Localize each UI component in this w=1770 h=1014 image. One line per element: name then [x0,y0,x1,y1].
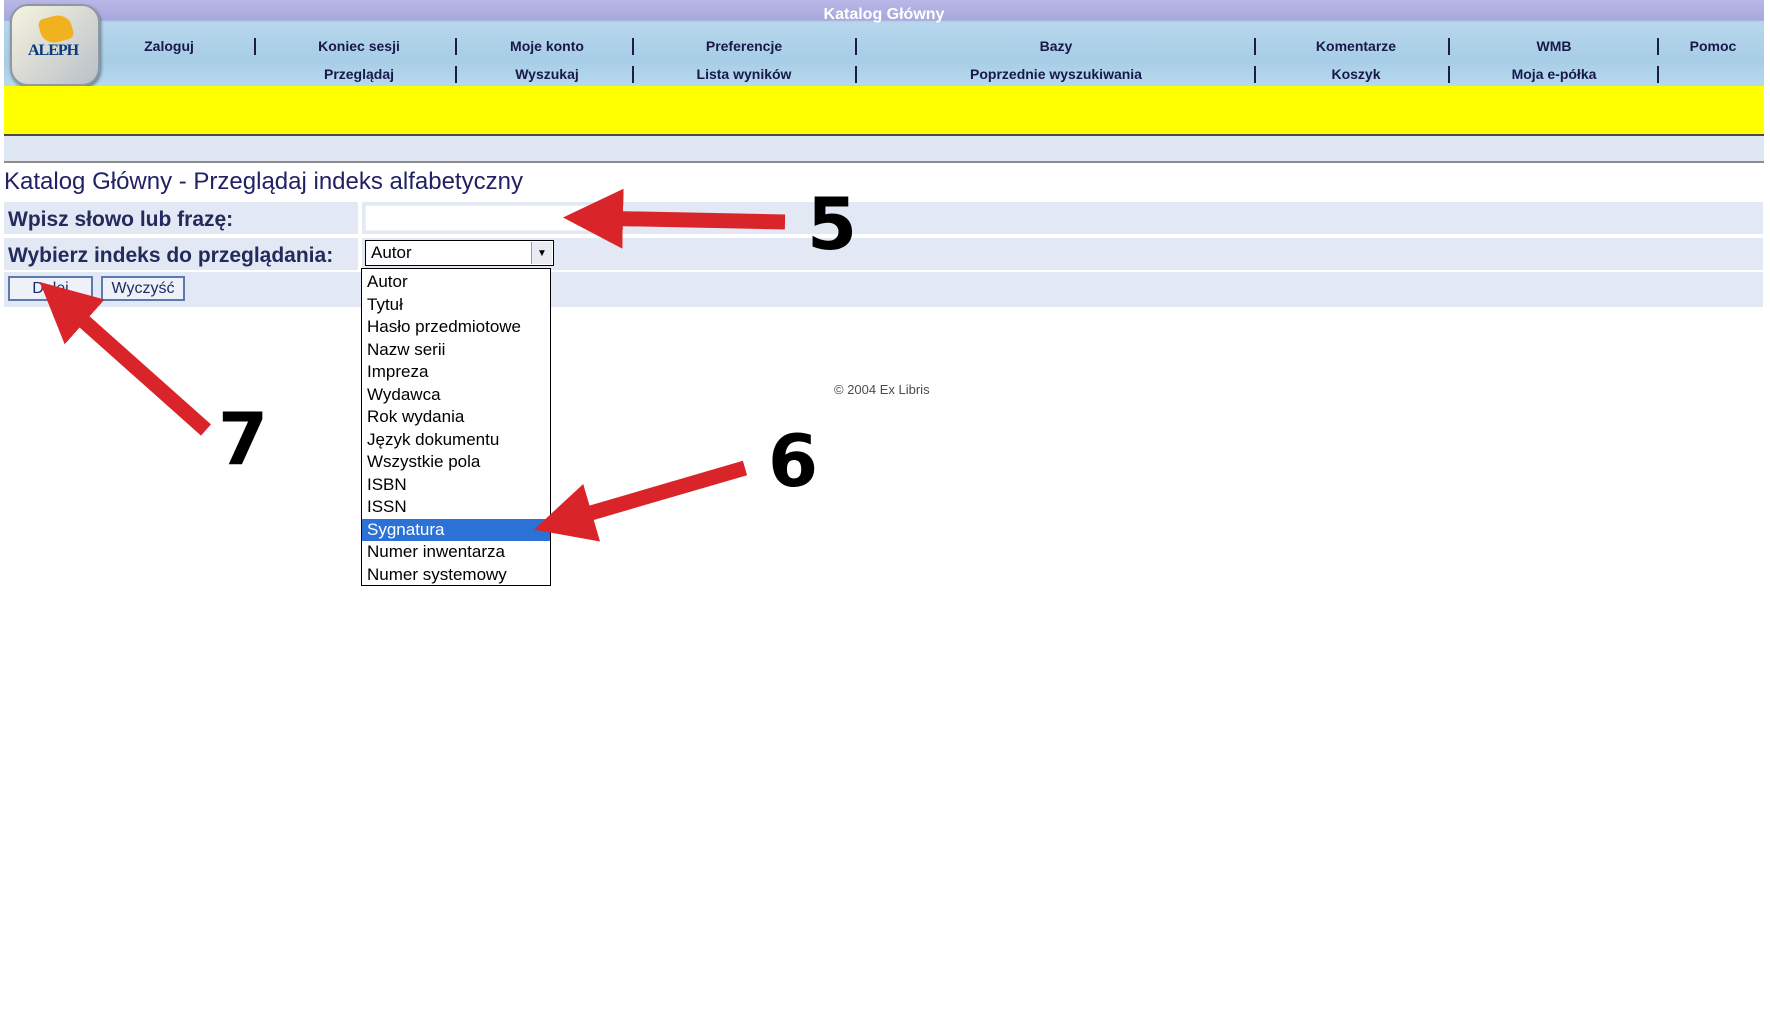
cell-divider [358,238,362,270]
index-select[interactable]: Autor ▼ [365,240,554,266]
cell-divider [358,202,362,234]
nav-pomoc[interactable]: Pomoc [1668,35,1758,57]
copyright: © 2004 Ex Libris [834,382,930,397]
notice-bar [4,86,1764,136]
nav-zaloguj[interactable]: Zaloguj [129,35,209,57]
dalej-button[interactable]: Dalej [8,276,93,301]
dropdown-option[interactable]: Numer systemowy [362,564,550,587]
dropdown-option[interactable]: ISBN [362,474,550,497]
nav-separator [632,66,634,83]
nav-przegladaj[interactable]: Przeglądaj [274,63,444,85]
dropdown-option[interactable]: Wszystkie pola [362,451,550,474]
index-select-value: Autor [371,243,412,262]
word-label: Wpisz słowo lub frazę: [8,208,234,231]
nav-koniec-sesji[interactable]: Koniec sesji [274,35,444,57]
nav-separator [1657,38,1659,55]
chevron-down-icon[interactable]: ▼ [531,242,552,264]
step-number-6: 6 [768,419,819,503]
nav-moje-konto[interactable]: Moje konto [466,35,628,57]
step-number-7: 7 [218,397,269,481]
header-title: Katalog Główny [823,6,945,23]
nav-wyszukaj[interactable]: Wyszukaj [466,63,628,85]
nav-separator [1254,66,1256,83]
nav-separator [254,38,256,55]
index-label: Wybierz indeks do przeglądania: [8,244,334,267]
index-row: Wybierz indeks do przeglądania: Autor ▼ [4,238,1763,270]
dropdown-option[interactable]: Wydawca [362,384,550,407]
word-row: Wpisz słowo lub frazę: [4,202,1763,234]
nav-lista-wynikow[interactable]: Lista wyników [644,63,844,85]
nav-separator [1448,38,1450,55]
arrow-to-button [39,282,211,436]
nav-poprzednie-wyszukiwania[interactable]: Poprzednie wyszukiwania [866,63,1246,85]
dropdown-option[interactable]: Rok wydania [362,406,550,429]
dropdown-option-selected[interactable]: Sygnatura [362,518,550,541]
nav-bazy[interactable]: Bazy [866,35,1246,57]
dropdown-option[interactable]: Hasło przedmiotowe [362,316,550,339]
nav-koszyk[interactable]: Koszyk [1266,63,1446,85]
dropdown-option[interactable]: Impreza [362,361,550,384]
nav-row-primary: Zaloguj Koniec sesji Moje konto Preferen… [4,35,1764,57]
dropdown-option[interactable]: ISSN [362,496,550,519]
nav-wmb[interactable]: WMB [1459,35,1649,57]
dropdown-option[interactable]: Numer inwentarza [362,541,550,564]
page-title: Katalog Główny - Przeglądaj indeks alfab… [4,168,523,195]
nav-separator [855,66,857,83]
nav-separator [855,38,857,55]
nav-moja-e-polka[interactable]: Moja e-półka [1459,63,1649,85]
nav-separator [1254,38,1256,55]
nav-row-secondary: Przeglądaj Wyszukaj Lista wyników Poprze… [4,63,1764,85]
dropdown-option[interactable]: Nazw serii [362,339,550,362]
nav-komentarze[interactable]: Komentarze [1266,35,1446,57]
dropdown-option[interactable]: Język dokumentu [362,429,550,452]
nav-separator [1448,66,1450,83]
dropdown-option[interactable]: Autor [362,271,550,294]
buttons-row: Dalej Wyczyść [4,272,1763,307]
header-bar: Katalog Główny ALEPH Zaloguj Koniec sesj… [4,0,1764,86]
nav-preferencje[interactable]: Preferencje [644,35,844,57]
dropdown-option[interactable]: Tytuł [362,294,550,317]
subheader-strip [4,136,1764,163]
index-dropdown-list: Autor Tytuł Hasło przedmiotowe Nazw seri… [361,268,551,586]
word-input[interactable] [365,205,595,231]
step-number-5: 5 [807,182,858,266]
nav-separator [632,38,634,55]
nav-separator [455,66,457,83]
wyczysc-button[interactable]: Wyczyść [101,276,185,301]
nav-separator [1657,66,1659,83]
arrow-to-option [534,460,748,542]
nav-separator [455,38,457,55]
